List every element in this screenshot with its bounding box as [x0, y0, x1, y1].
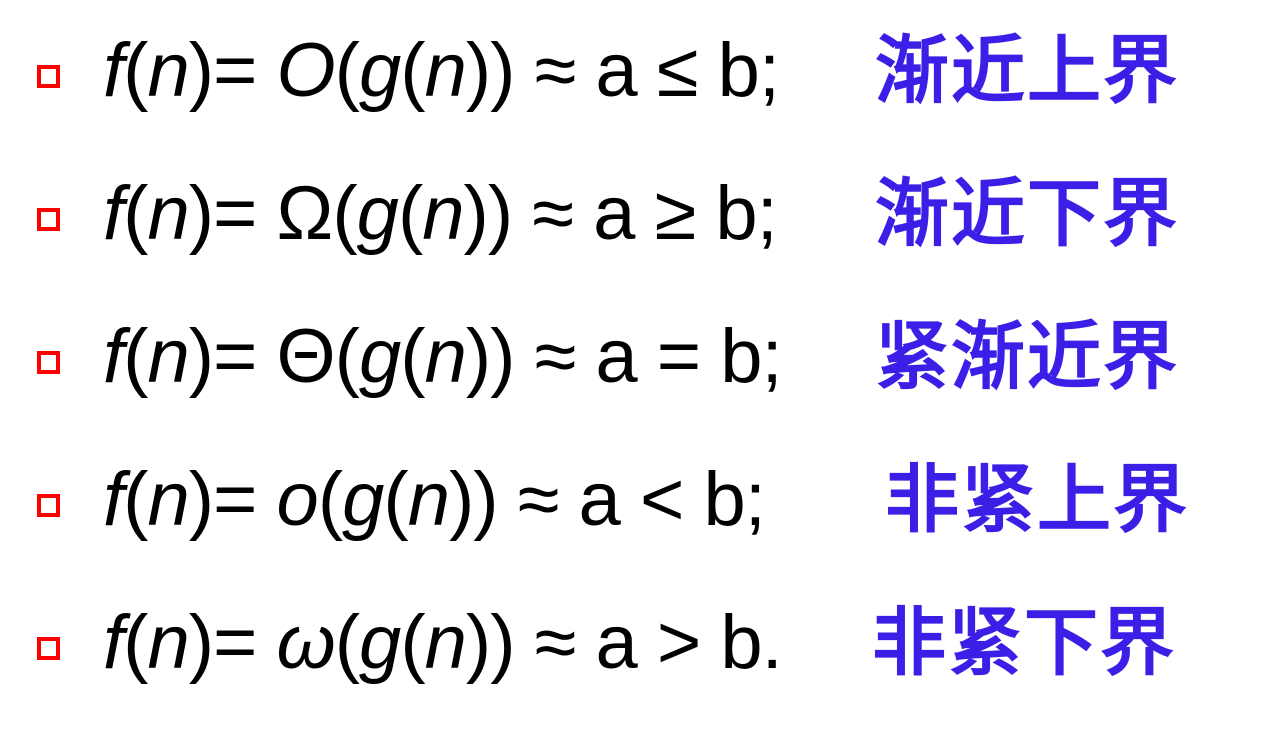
function-g: g: [356, 171, 399, 256]
relation-text: )) ≈ a < b;: [449, 457, 766, 542]
function-f: f: [103, 600, 124, 685]
function-g: g: [358, 28, 401, 113]
asymptotic-symbol: o: [276, 457, 319, 542]
open-paren: (: [334, 314, 360, 399]
square-bullet-icon: [37, 494, 60, 517]
list-item-little-omega: f(n)= ω(g(n)) ≈ a > b. 非紧下界: [0, 582, 1262, 702]
variable-n: n: [424, 28, 467, 113]
open-paren: (: [400, 28, 425, 113]
paren-equals: )=: [188, 600, 277, 685]
variable-n: n: [147, 600, 189, 685]
function-g: g: [359, 600, 401, 685]
open-paren: (: [332, 171, 357, 256]
open-paren: (: [397, 171, 423, 256]
function-f: f: [103, 457, 124, 542]
open-paren: (: [123, 457, 148, 542]
asymptotic-symbol: O: [276, 28, 336, 113]
variable-n: n: [147, 28, 189, 113]
variable-n: n: [424, 314, 467, 399]
paren-equals: )=: [188, 171, 277, 256]
open-paren: (: [123, 600, 148, 685]
function-g: g: [358, 314, 401, 399]
formula-little-o: f(n)= o(g(n)) ≈ a < b;: [103, 445, 766, 555]
bound-label: 紧渐近界: [875, 314, 1179, 400]
list-item-theta: f(n)= Θ(g(n)) ≈ a = b; 紧渐近界: [0, 296, 1262, 416]
bound-label: 非紧上界: [885, 457, 1189, 543]
relation-text: )) ≈ a = b;: [465, 314, 783, 399]
list-item-little-o: f(n)= o(g(n)) ≈ a < b; 非紧上界: [0, 439, 1262, 559]
function-f: f: [103, 314, 124, 399]
open-paren: (: [334, 28, 360, 113]
list-item-big-o: f(n)= O(g(n)) ≈ a ≤ b; 渐近上界: [0, 10, 1262, 130]
formula-big-omega: f(n)= Ω(g(n)) ≈ a ≥ b;: [103, 159, 778, 269]
variable-n: n: [422, 171, 464, 256]
bound-label: 非紧下界: [872, 600, 1176, 686]
paren-equals: )=: [188, 314, 277, 399]
paren-equals: )=: [188, 457, 277, 542]
square-bullet-icon: [37, 351, 60, 374]
square-bullet-icon: [37, 65, 60, 88]
asymptotic-symbol: Ω: [276, 171, 334, 256]
function-f: f: [103, 28, 124, 113]
function-g: g: [342, 457, 384, 542]
function-f: f: [103, 171, 124, 256]
open-paren: (: [400, 314, 425, 399]
open-paren: (: [400, 600, 425, 685]
formula-little-omega: f(n)= ω(g(n)) ≈ a > b.: [103, 588, 783, 698]
variable-n: n: [147, 314, 189, 399]
bound-label: 渐近上界: [875, 28, 1179, 114]
formula-theta: f(n)= Θ(g(n)) ≈ a = b;: [103, 302, 783, 412]
slide: f(n)= O(g(n)) ≈ a ≤ b; 渐近上界 f(n)= Ω(g(n)…: [0, 0, 1262, 736]
variable-n: n: [424, 600, 467, 685]
bound-label: 渐近下界: [875, 171, 1179, 257]
open-paren: (: [334, 600, 360, 685]
variable-n: n: [147, 171, 189, 256]
asymptotic-symbol: Θ: [276, 314, 336, 399]
square-bullet-icon: [37, 208, 60, 231]
square-bullet-icon: [37, 637, 60, 660]
formula-big-o: f(n)= O(g(n)) ≈ a ≤ b;: [103, 16, 780, 126]
open-paren: (: [383, 457, 408, 542]
list-item-big-omega: f(n)= Ω(g(n)) ≈ a ≥ b; 渐近下界: [0, 153, 1262, 273]
relation-text: )) ≈ a ≤ b;: [465, 28, 780, 113]
open-paren: (: [123, 28, 148, 113]
paren-equals: )=: [188, 28, 277, 113]
open-paren: (: [123, 314, 148, 399]
variable-n: n: [407, 457, 450, 542]
open-paren: (: [123, 171, 148, 256]
open-paren: (: [317, 457, 343, 542]
asymptotic-symbol: ω: [276, 600, 336, 685]
variable-n: n: [147, 457, 189, 542]
relation-text: )) ≈ a > b.: [465, 600, 783, 685]
relation-text: )) ≈ a ≥ b;: [463, 171, 778, 256]
